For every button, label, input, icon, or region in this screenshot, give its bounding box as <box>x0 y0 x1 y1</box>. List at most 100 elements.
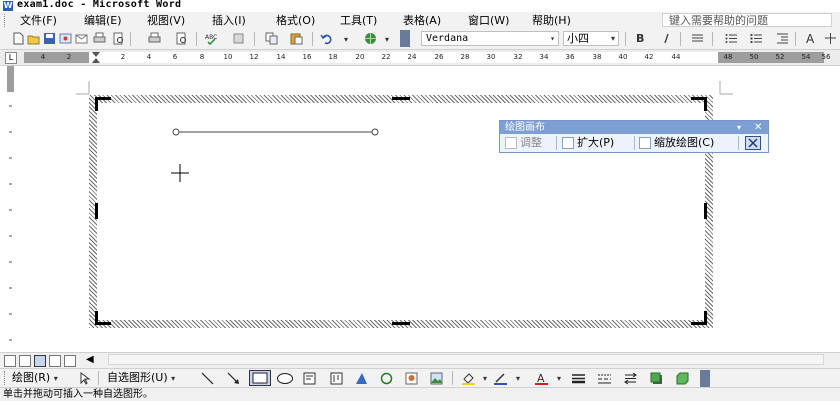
toolbar-options-icon[interactable]: ▾ <box>737 121 741 134</box>
toolbar-grip[interactable] <box>4 371 8 385</box>
font-color-letter[interactable]: A <box>806 32 814 46</box>
toolbar-grip[interactable] <box>4 14 8 27</box>
mail-icon[interactable] <box>75 32 88 45</box>
menu-tools[interactable]: 工具(T) <box>340 13 377 28</box>
tab-selector[interactable]: L <box>5 52 17 64</box>
horizontal-scrollbar[interactable] <box>108 354 824 365</box>
help-search-input[interactable]: 键入需要帮助的问题 <box>662 13 832 27</box>
italic-icon[interactable] <box>660 32 673 45</box>
ruler-label: 14 <box>276 53 286 61</box>
autoshapes-menu-button[interactable]: 自选图形(U) ▾ <box>107 371 175 386</box>
canvas-resize-handle[interactable] <box>95 203 98 219</box>
clip-art-icon[interactable] <box>405 372 418 385</box>
canvas-resize-handle[interactable] <box>392 97 410 100</box>
new-document-icon[interactable] <box>12 32 25 45</box>
text-wrapping-icon[interactable] <box>745 136 761 150</box>
canvas-resize-handle[interactable] <box>392 322 410 325</box>
print-icon[interactable] <box>93 32 106 45</box>
arrow-tool-icon[interactable] <box>227 372 240 385</box>
grow-font-icon[interactable] <box>824 32 837 45</box>
draw-menu-button[interactable]: 绘图(R) ▾ <box>12 371 58 386</box>
canvas-resize-handle[interactable] <box>95 97 98 111</box>
normal-view-icon[interactable] <box>4 355 16 367</box>
undo-icon[interactable] <box>320 32 333 45</box>
wordart-icon[interactable] <box>355 372 368 385</box>
web-layout-view-icon[interactable] <box>19 355 31 367</box>
canvas-resize-handle[interactable] <box>704 311 707 325</box>
print-icon[interactable] <box>148 32 161 45</box>
insert-picture-icon[interactable] <box>430 372 443 385</box>
close-icon[interactable]: ✕ <box>754 121 762 134</box>
canvas-resize-handle[interactable] <box>95 311 98 325</box>
font-name-select[interactable]: Verdana ▾ <box>421 31 559 46</box>
vertical-text-box-icon[interactable] <box>330 372 343 385</box>
align-icon[interactable] <box>691 32 704 45</box>
toolbar-options-chevron[interactable] <box>400 30 410 47</box>
horizontal-ruler[interactable]: 4 2 2 4 6 8 10 12 14 16 18 20 22 24 26 2… <box>24 52 830 63</box>
text-box-icon[interactable] <box>303 372 316 385</box>
ruler-label: 32 <box>513 53 523 61</box>
menu-help[interactable]: 帮助(H) <box>532 13 571 28</box>
fit-button[interactable]: 调整 <box>505 135 542 151</box>
toolbar-options-icon[interactable]: ▾ <box>385 35 389 44</box>
chevron-down-icon[interactable]: ▾ <box>611 32 615 46</box>
chevron-down-icon[interactable]: ▾ <box>516 374 520 383</box>
menu-view[interactable]: 视图(V) <box>147 13 185 28</box>
bold-button[interactable]: B <box>636 32 644 45</box>
rectangle-tool-button[interactable] <box>249 370 271 386</box>
fill-color-icon[interactable] <box>462 372 475 385</box>
menu-insert[interactable]: 插入(I) <box>212 13 246 28</box>
font-size-select[interactable]: 小四 ▾ <box>563 31 619 46</box>
canvas-resize-handle[interactable] <box>704 97 707 111</box>
canvas-toolbar-titlebar[interactable]: 绘图画布 ▾ ✕ <box>500 121 768 134</box>
print-preview-icon[interactable] <box>112 32 125 45</box>
undo-dropdown-icon[interactable]: ▾ <box>344 35 348 44</box>
menu-file[interactable]: 文件(F) <box>20 13 57 28</box>
copy-icon[interactable] <box>265 32 278 45</box>
font-color-icon[interactable]: A <box>535 372 548 385</box>
outline-view-icon[interactable] <box>49 355 61 367</box>
hyperlink-globe-icon[interactable] <box>364 32 377 45</box>
scroll-left-icon[interactable]: ◀ <box>86 354 94 365</box>
expand-button[interactable]: 扩大(P) <box>562 135 614 151</box>
decrease-indent-icon[interactable] <box>776 32 789 45</box>
arrow-style-icon[interactable] <box>624 372 637 385</box>
ruler-label: 28 <box>460 53 470 61</box>
chevron-down-icon[interactable]: ▾ <box>483 374 487 383</box>
bullets-icon[interactable] <box>750 32 763 45</box>
paste-icon[interactable] <box>290 32 303 45</box>
line-color-icon[interactable] <box>494 372 507 385</box>
toolbar-options-chevron[interactable] <box>700 370 710 387</box>
print-layout-view-icon[interactable] <box>34 355 46 367</box>
numbering-icon[interactable] <box>725 32 738 45</box>
toolbar-separator <box>795 32 796 46</box>
hanging-indent-marker[interactable] <box>92 58 100 63</box>
spelling-icon[interactable]: ABC <box>205 32 218 46</box>
permission-icon[interactable] <box>59 32 72 45</box>
shadow-style-icon[interactable] <box>650 372 663 385</box>
menu-edit[interactable]: 编辑(E) <box>84 13 122 28</box>
line-tool-icon[interactable] <box>201 372 214 385</box>
line-style-icon[interactable] <box>572 372 585 385</box>
fit-icon <box>505 137 517 149</box>
3d-style-icon[interactable] <box>676 372 689 385</box>
line-shape[interactable] <box>165 125 385 185</box>
menu-table[interactable]: 表格(A) <box>403 13 441 28</box>
save-icon[interactable] <box>43 32 56 45</box>
scale-drawing-icon <box>639 137 651 149</box>
menu-format[interactable]: 格式(O) <box>276 13 315 28</box>
chevron-down-icon[interactable]: ▾ <box>550 32 555 46</box>
menu-window[interactable]: 窗口(W) <box>468 13 509 28</box>
research-icon[interactable] <box>232 32 245 45</box>
chevron-down-icon[interactable]: ▾ <box>557 374 561 383</box>
canvas-resize-handle[interactable] <box>704 203 707 219</box>
first-line-indent-marker[interactable] <box>92 52 100 57</box>
print-preview-icon[interactable] <box>175 32 188 45</box>
select-objects-icon[interactable] <box>78 372 91 385</box>
dash-style-icon[interactable] <box>598 372 611 385</box>
open-folder-icon[interactable] <box>27 32 40 45</box>
reading-layout-view-icon[interactable] <box>64 355 76 367</box>
oval-tool-icon[interactable] <box>276 372 294 385</box>
scale-drawing-button[interactable]: 缩放绘图(C) <box>639 135 714 151</box>
diagram-icon[interactable] <box>380 372 393 385</box>
